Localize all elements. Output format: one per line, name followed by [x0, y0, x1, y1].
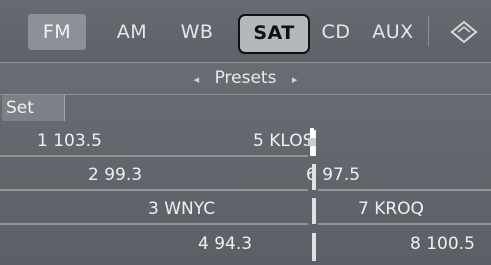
radio-screen: FM AM WB SAT CD AUX ◂ Presets ▸ Set 1 10… — [0, 0, 491, 265]
selection-cursor-icon — [308, 128, 316, 156]
preset-4[interactable]: 4 94.3 — [198, 229, 252, 260]
presets-header-label: Presets — [214, 68, 277, 88]
preset-row: 4 94.3 8 100.5 — [0, 229, 491, 261]
tab-aux[interactable]: AUX — [365, 14, 421, 50]
preset-column-divider — [312, 233, 316, 261]
tab-wb[interactable]: WB — [171, 14, 223, 50]
separator — [0, 94, 491, 95]
home-icon — [450, 20, 478, 44]
preset-2[interactable]: 2 99.3 — [88, 160, 142, 191]
tab-divider — [428, 16, 429, 46]
source-tab-bar: FM AM WB SAT CD AUX — [0, 0, 491, 62]
preset-underline — [0, 223, 308, 225]
preset-underline — [318, 189, 491, 191]
tab-cd[interactable]: CD — [318, 14, 354, 50]
preset-row: 1 103.5 5 KLOS — [0, 126, 491, 158]
preset-7[interactable]: 7 KROQ — [358, 194, 424, 225]
preset-row: 3 WNYC 7 KROQ — [0, 194, 491, 226]
tab-am[interactable]: AM — [106, 14, 158, 50]
preset-8[interactable]: 8 100.5 — [410, 229, 475, 260]
preset-row: 2 99.3 6 97.5 — [0, 160, 491, 192]
preset-column-divider — [312, 198, 316, 224]
presets-right-arrow-icon[interactable]: ▸ — [282, 73, 308, 86]
preset-underline — [0, 189, 308, 191]
preset-1[interactable]: 1 103.5 — [37, 126, 102, 157]
presets-left-arrow-icon[interactable]: ◂ — [184, 73, 210, 86]
home-button[interactable] — [444, 16, 484, 48]
tab-sat[interactable]: SAT — [238, 14, 310, 54]
presets-header[interactable]: ◂ Presets ▸ — [0, 63, 491, 93]
preset-5[interactable]: 5 KLOS — [253, 126, 313, 157]
tab-fm[interactable]: FM — [28, 14, 86, 50]
set-button[interactable]: Set — [2, 95, 65, 121]
preset-column-divider — [312, 164, 316, 190]
preset-3[interactable]: 3 WNYC — [148, 194, 215, 225]
preset-underline — [318, 223, 491, 225]
